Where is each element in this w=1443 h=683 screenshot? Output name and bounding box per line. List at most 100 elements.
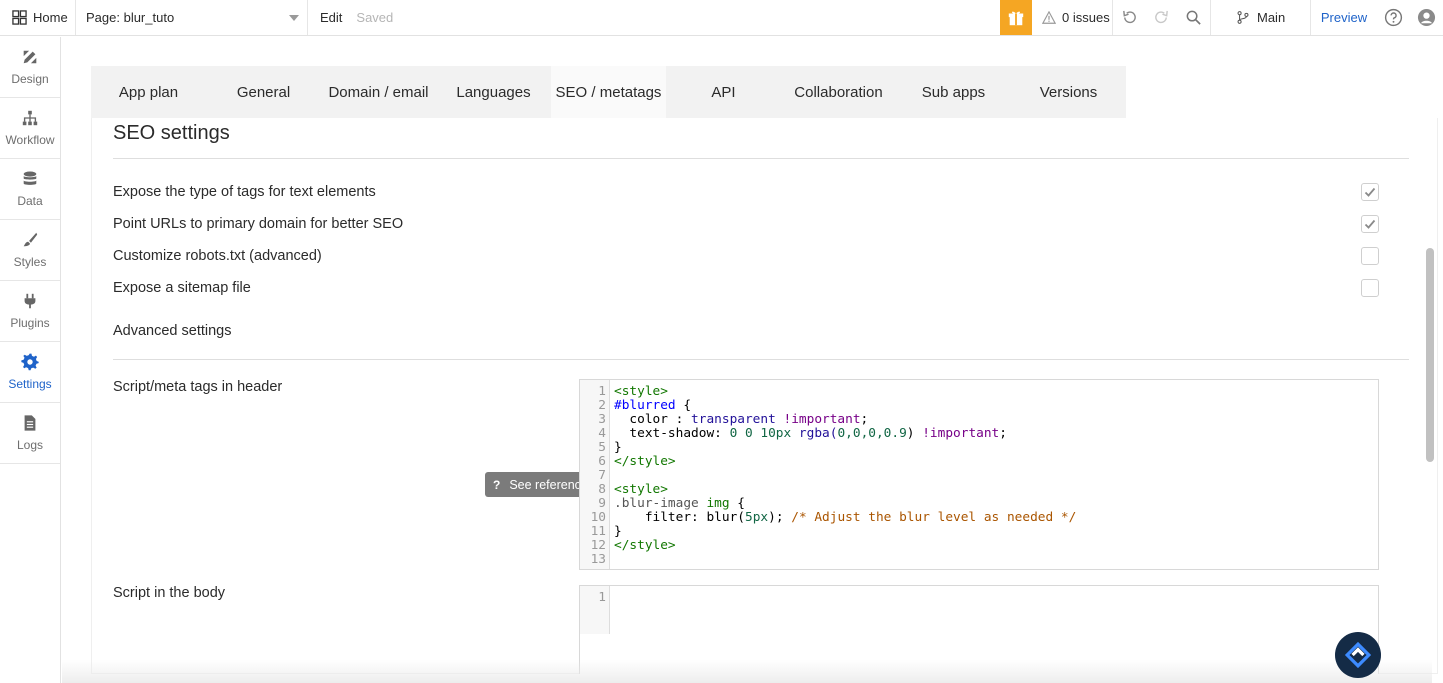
code-line: } <box>614 441 622 455</box>
code-token: /* Adjust the blur level as needed */ <box>791 510 1077 525</box>
brush-icon <box>23 232 38 247</box>
saved-status: Saved <box>356 10 394 25</box>
issues-button[interactable]: 0 issues <box>1032 0 1113 35</box>
code-token: rgba( <box>791 426 838 441</box>
undo-button[interactable] <box>1113 0 1145 35</box>
sidebar-item-styles[interactable]: Styles <box>0 220 60 281</box>
chat-support-button[interactable] <box>1335 632 1381 678</box>
main-content: App plan General Domain / email Language… <box>62 37 1438 683</box>
code-line: filter: blur(5px); /* Adjust the blur le… <box>614 511 1076 525</box>
line-number: 9 <box>598 496 606 511</box>
caret-down-icon <box>289 14 299 21</box>
sidebar-item-design[interactable]: Design <box>0 37 60 98</box>
code-token: ; <box>999 426 1007 441</box>
gift-button[interactable] <box>1000 0 1032 35</box>
preview-button[interactable]: Preview <box>1311 0 1377 35</box>
code-token: #blurred <box>614 398 676 413</box>
code-token: } <box>614 440 622 455</box>
issues-label: 0 issues <box>1062 10 1110 25</box>
line-number: 1 <box>598 590 606 605</box>
line-number: 11 <box>590 524 606 539</box>
tab-collaboration[interactable]: Collaboration <box>781 66 896 118</box>
tab-app-plan[interactable]: App plan <box>91 66 206 118</box>
page-selector[interactable]: Page: blur_tuto <box>76 0 308 35</box>
sidebar-item-label: Data <box>17 194 43 208</box>
divider <box>113 158 1409 159</box>
line-number: 12 <box>590 538 606 553</box>
gift-icon <box>1008 11 1024 25</box>
option-label-sitemap: Expose a sitemap file <box>113 280 251 296</box>
sidebar-item-label: Styles <box>13 255 47 269</box>
header-code-editor[interactable]: 1 2 3 4 5 6 7 8 9 10 11 12 13 <style> #b… <box>579 379 1379 570</box>
line-number: 6 <box>598 454 606 469</box>
tab-versions[interactable]: Versions <box>1011 66 1126 118</box>
sidebar-item-data[interactable]: Data <box>0 159 60 220</box>
line-number: 4 <box>598 426 606 441</box>
code-line: color : transparent !important; <box>614 413 868 427</box>
branch-selector[interactable]: Main <box>1211 0 1311 35</box>
code-token: 0 0 10px <box>729 426 792 441</box>
code-token: !important <box>775 412 861 427</box>
checkbox-expose-tags[interactable] <box>1361 183 1379 201</box>
plug-icon <box>24 293 36 309</box>
code-token: </style> <box>614 538 676 553</box>
line-number: 2 <box>598 398 606 413</box>
tab-api[interactable]: API <box>666 66 781 118</box>
tab-general[interactable]: General <box>206 66 321 118</box>
warning-icon <box>1042 10 1056 24</box>
sidebar-item-plugins[interactable]: Plugins <box>0 281 60 342</box>
header-script-label: Script/meta tags in header <box>113 379 283 395</box>
edit-label[interactable]: Edit <box>320 10 342 25</box>
workflow-icon <box>22 110 38 126</box>
option-label-robots: Customize robots.txt (advanced) <box>113 248 322 264</box>
chat-logo-icon <box>1345 642 1371 668</box>
checkbox-sitemap[interactable] <box>1361 279 1379 297</box>
sidebar-item-workflow[interactable]: Workflow <box>0 98 60 159</box>
home-label: Home <box>33 10 68 25</box>
tab-domain-email[interactable]: Domain / email <box>321 66 436 118</box>
home-button[interactable]: Home <box>0 0 76 35</box>
code-line: .blur-image img { <box>614 497 745 511</box>
grid-icon <box>12 10 27 25</box>
redo-button[interactable] <box>1145 0 1177 35</box>
help-icon <box>1384 8 1402 27</box>
code-token: img <box>706 496 730 511</box>
checkbox-primary-domain[interactable] <box>1361 215 1379 233</box>
tab-sub-apps[interactable]: Sub apps <box>896 66 1011 118</box>
profile-button[interactable] <box>1409 0 1443 35</box>
code-line: </style> <box>614 455 676 469</box>
tab-seo-metatags[interactable]: SEO / metatags <box>551 66 666 118</box>
code-token: 0,0,0,0.9 <box>837 426 907 441</box>
code-token: transparent <box>691 412 776 427</box>
question-icon: ? <box>493 477 501 492</box>
option-label-primary-domain: Point URLs to primary domain for better … <box>113 216 404 232</box>
settings-tabs: App plan General Domain / email Language… <box>91 66 1126 118</box>
line-number-gutter: 1 2 3 4 5 6 7 8 9 10 11 12 13 <box>580 380 610 569</box>
code-token: <style> <box>614 384 668 399</box>
sidebar-item-label: Plugins <box>10 316 50 330</box>
code-token: text-shadow: <box>614 426 730 441</box>
gear-icon <box>21 353 39 371</box>
bottom-shadow <box>62 660 1432 683</box>
line-number: 8 <box>598 482 606 497</box>
vertical-scrollbar[interactable] <box>1426 248 1434 462</box>
page-selector-label: Page: blur_tuto <box>86 10 175 25</box>
sidebar-item-logs[interactable]: Logs <box>0 403 60 464</box>
undo-icon <box>1122 10 1136 24</box>
checkmark-icon <box>1364 219 1376 229</box>
code-token: 5px <box>744 510 769 525</box>
code-token: color : <box>614 412 692 427</box>
tab-languages[interactable]: Languages <box>436 66 551 118</box>
help-button[interactable] <box>1377 0 1409 35</box>
code-line: } <box>614 525 622 539</box>
code-line: text-shadow: 0 0 10px rgba(0,0,0,0.9) !i… <box>614 427 1007 441</box>
sidebar-item-settings[interactable]: Settings <box>0 342 60 403</box>
sidebar-item-label: Settings <box>8 377 52 391</box>
top-bar: Home Page: blur_tuto Edit Saved 0 issues… <box>0 0 1443 36</box>
search-button[interactable] <box>1177 0 1211 35</box>
sidebar-item-label: Workflow <box>5 133 55 147</box>
checkbox-robots[interactable] <box>1361 247 1379 265</box>
code-token: ; <box>860 412 869 427</box>
code-token: } <box>614 524 622 539</box>
